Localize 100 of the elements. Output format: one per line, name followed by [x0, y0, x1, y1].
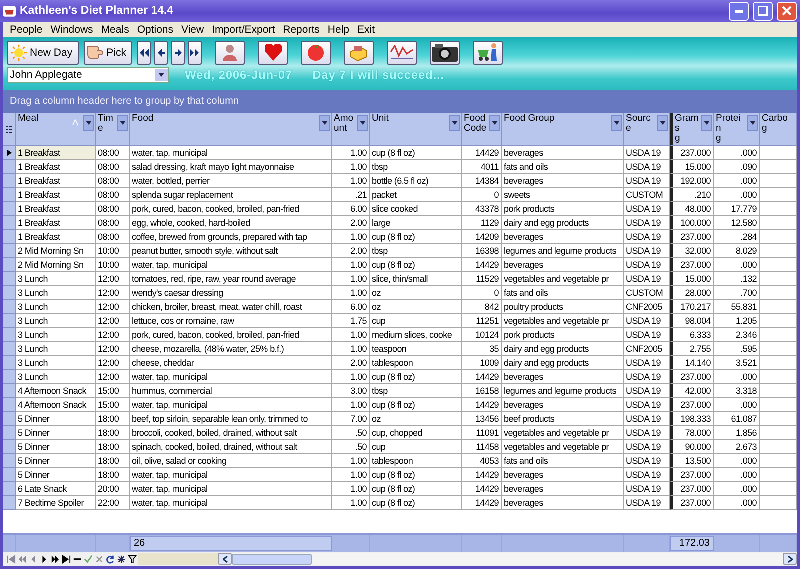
bookmark-button[interactable] [116, 554, 127, 564]
menu-item[interactable]: Import/Export [209, 24, 280, 36]
refresh-button[interactable] [105, 554, 116, 564]
minimize-button[interactable] [729, 2, 749, 20]
first-day-button[interactable] [137, 40, 152, 64]
menu-item[interactable]: View [178, 24, 210, 36]
column-title: Amount [334, 114, 355, 134]
empty-cell [760, 356, 797, 370]
table-cell: 3 Lunch [16, 286, 96, 300]
caret-icon [120, 121, 126, 125]
previous-day-button[interactable] [154, 40, 168, 64]
first-record-button[interactable] [6, 554, 17, 564]
table-cell: 90.000 [670, 440, 714, 454]
last-day-button[interactable] [188, 40, 202, 64]
table-cell: large [370, 216, 462, 230]
empty-cell [760, 370, 797, 384]
table-cell: oz [370, 412, 462, 426]
tomato-button[interactable] [301, 40, 332, 64]
chart-button[interactable] [387, 40, 418, 64]
menu-item[interactable]: Options [134, 24, 179, 36]
scroll-right-button[interactable] [783, 553, 797, 565]
column-header[interactable]: Protein g [714, 113, 760, 146]
table-cell: 7 Bedtime Spoiler [16, 496, 96, 510]
menu-item[interactable]: Exit [354, 24, 380, 36]
maximize-button[interactable] [753, 2, 773, 20]
empty-cell [760, 314, 797, 328]
table-cell: 18:00 [96, 454, 130, 468]
column-filter-button[interactable] [117, 115, 128, 131]
column-header[interactable]: Food [130, 113, 332, 146]
column-header[interactable]: Meal [16, 113, 96, 146]
horizontal-scrollbar[interactable] [218, 553, 797, 565]
column-filter-button[interactable] [319, 115, 330, 131]
column-header[interactable]: Food Code [462, 113, 502, 146]
toolbar-button[interactable]: Pick [84, 40, 132, 64]
caret-icon [86, 121, 92, 125]
table-cell: USDA 19 [624, 314, 670, 328]
menu-item[interactable]: Help [324, 24, 354, 36]
close-button[interactable] [777, 2, 797, 20]
scrollbar-thumb[interactable] [232, 554, 312, 564]
table-cell: .000 [714, 496, 760, 510]
menu-item[interactable]: People [7, 24, 48, 36]
next-page-icon [51, 554, 60, 564]
last-record-button[interactable] [61, 554, 72, 564]
column-header[interactable]: Grams g [670, 113, 714, 146]
table-cell: water, tap, municipal [130, 496, 332, 510]
table-cell: 1.00 [332, 286, 370, 300]
column-header[interactable]: Food Group [502, 113, 624, 146]
filter-icon [128, 554, 137, 564]
table-cell: 3.00 [332, 384, 370, 398]
empty-cell [760, 174, 797, 188]
empty-cell [760, 258, 797, 272]
column-header[interactable]: Source [624, 113, 670, 146]
column-header[interactable]: Unit [370, 113, 462, 146]
bookmark-icon [117, 554, 126, 564]
table-cell: coffee, brewed from grounds, prepared with tap [130, 230, 332, 244]
record-position-field[interactable] [138, 553, 218, 565]
row-indicator[interactable] [3, 146, 16, 160]
menu-item[interactable]: Meals [98, 24, 134, 36]
empty-cell [760, 300, 797, 314]
toolbar-button[interactable]: New Day [7, 40, 79, 64]
caret-icon [452, 121, 458, 125]
column-filter-button[interactable] [747, 115, 758, 131]
column-header[interactable]: Carbo g [760, 113, 797, 146]
table-cell: vegetables and vegetable pr [502, 272, 624, 286]
table-cell: 5 Dinner [16, 454, 96, 468]
person-button[interactable] [215, 40, 246, 64]
menu-item[interactable]: Windows [48, 24, 98, 36]
column-filter-button[interactable] [83, 115, 94, 131]
table-cell: poultry products [502, 300, 624, 314]
menu-item[interactable]: Reports [280, 24, 325, 36]
last-record-icon [62, 554, 71, 564]
scroll-left-button[interactable] [218, 553, 232, 565]
person-dropdown[interactable]: John Applegate [7, 67, 169, 83]
table-cell: 61.087 [714, 412, 760, 426]
column-chooser-button[interactable] [3, 113, 16, 146]
column-filter-button[interactable] [449, 115, 460, 131]
table-cell: .284 [714, 230, 760, 244]
column-filter-button[interactable] [611, 115, 622, 131]
column-filter-button[interactable] [657, 115, 668, 131]
column-filter-button[interactable] [701, 115, 712, 131]
caret-icon [660, 121, 666, 125]
table-cell: beverages [502, 370, 624, 384]
shopping-button[interactable] [473, 40, 504, 64]
right-arrow-icon [174, 48, 182, 56]
table-cell: 12:00 [96, 300, 130, 314]
heart-button[interactable] [258, 40, 288, 64]
table-cell: chicken, broiler, breast, meat, water chill, roast [130, 300, 332, 314]
table-cell: cup (8 fl oz) [370, 496, 462, 510]
table-cell: 192.000 [670, 174, 714, 188]
table-cell: 237.000 [670, 230, 714, 244]
table-cell: 18:00 [96, 440, 130, 454]
camera-button[interactable] [430, 40, 460, 64]
column-header[interactable]: Amount [332, 113, 370, 146]
column-filter-button[interactable] [489, 115, 500, 131]
column-header[interactable]: Time [96, 113, 130, 146]
next-day-button[interactable] [171, 40, 186, 64]
table-cell: 3 Lunch [16, 342, 96, 356]
table-cell: packet [370, 188, 462, 202]
food-button[interactable] [344, 40, 374, 64]
column-filter-button[interactable] [357, 115, 368, 131]
